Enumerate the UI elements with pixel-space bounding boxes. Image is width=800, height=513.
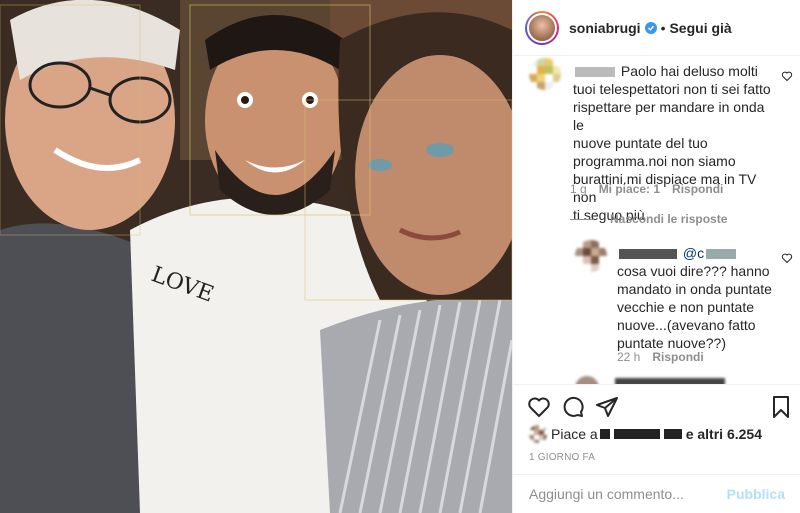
likes-count[interactable]: e altri 6.254 — [686, 426, 762, 442]
divider-line — [570, 218, 594, 220]
redacted-username — [619, 249, 677, 260]
hide-replies-label: Nascondi le risposte — [610, 212, 728, 226]
comment-line: Paolo hai deluso molti — [620, 63, 758, 79]
publish-button[interactable]: Pubblica — [727, 486, 785, 502]
likes-summary[interactable]: Piace a e altri 6.254 — [529, 425, 762, 443]
reply-button[interactable]: Rispondi — [672, 182, 723, 196]
comments-list[interactable]: Paolo hai deluso molti tuoi telespettato… — [513, 56, 800, 384]
profile-avatar[interactable] — [525, 10, 559, 45]
post-side-panel: soniabrugi • Segui già Paolo hai deluso … — [512, 0, 800, 513]
like-reply-heart-icon[interactable] — [781, 252, 793, 264]
reply-meta: 22 h Rispondi — [617, 350, 704, 364]
reply-line: nuove...(avevano fatto — [617, 317, 756, 333]
like-comment-heart-icon[interactable] — [781, 70, 793, 82]
comment-line: tuoi telespettatori non ti sei fatto — [573, 81, 771, 97]
reply-time: 22 h — [617, 350, 641, 364]
post-photo[interactable]: LOVE — [0, 0, 512, 513]
comment-input[interactable] — [529, 486, 727, 502]
avatar-image — [527, 12, 557, 43]
reply-line: puntate nuove??) — [617, 335, 726, 351]
separator-dot: • — [660, 19, 666, 36]
comment-line: nuove puntate del tuo — [573, 135, 708, 151]
commenter-avatar[interactable] — [529, 58, 561, 90]
redacted-username — [575, 67, 615, 78]
post-actions: Piace a e altri 6.254 1 GIORNO FA — [513, 384, 800, 474]
next-comment-partial — [575, 374, 725, 384]
share-paper-plane-icon[interactable] — [595, 395, 619, 419]
photo-illustration: LOVE — [0, 0, 512, 513]
following-button[interactable]: Segui già — [669, 20, 731, 36]
liker-avatar — [529, 425, 547, 443]
reply-line: cosa vuoi dire??? hanno — [617, 263, 770, 279]
redacted-liker — [599, 429, 610, 439]
comment-time: 1 g — [570, 182, 587, 196]
reply-line: mandato in onda puntate — [617, 281, 772, 297]
add-comment-bar: Pubblica — [513, 474, 800, 513]
username-link[interactable]: soniabrugi — [569, 20, 641, 36]
mention-link[interactable]: @c — [683, 245, 704, 261]
reply-button[interactable]: Rispondi — [652, 350, 703, 364]
reply-line: vecchie e non puntate — [617, 299, 754, 315]
post-header: soniabrugi • Segui già — [513, 0, 800, 56]
redacted-liker — [663, 429, 682, 439]
post-date: 1 GIORNO FA — [529, 452, 596, 463]
redacted-mention — [706, 249, 737, 260]
comment-line: programma.noi non siamo — [573, 153, 736, 169]
hide-replies-toggle[interactable]: Nascondi le risposte — [570, 212, 727, 226]
save-bookmark-icon[interactable] — [769, 395, 793, 419]
replier-avatar[interactable] — [575, 240, 607, 272]
like-heart-icon[interactable] — [527, 395, 551, 419]
redacted-liker — [613, 429, 660, 439]
reply-text: @c cosa vuoi dire??? hanno mandato in on… — [617, 244, 777, 352]
verified-badge-icon — [644, 21, 657, 34]
likes-prefix: Piace a — [551, 426, 598, 442]
comment-meta: 1 g Mi piace: 1 Rispondi — [570, 182, 723, 196]
comment-line: rispettare per mandare in onda le — [573, 99, 765, 133]
comment-text: Paolo hai deluso molti tuoi telespettato… — [573, 62, 773, 224]
comment-likes[interactable]: Mi piace: 1 — [599, 182, 660, 196]
comment-item: Paolo hai deluso molti tuoi telespettato… — [513, 56, 800, 223]
reply-comment-item: @c cosa vuoi dire??? hanno mandato in on… — [513, 236, 800, 366]
comment-bubble-icon[interactable] — [561, 395, 585, 419]
